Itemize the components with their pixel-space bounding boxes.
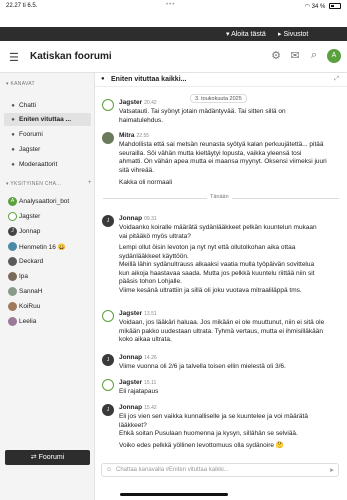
sites-link[interactable]: ▸ Sivustot <box>278 30 308 38</box>
avatar <box>8 212 17 221</box>
message-author[interactable]: Jonnap 14.26 <box>119 354 157 361</box>
avatar: J <box>8 227 17 236</box>
message-author[interactable]: Jonnap 09.31 <box>119 215 157 222</box>
chevron-right-icon: ▸ <box>278 31 282 38</box>
avatar <box>8 287 17 296</box>
avatar: A <box>8 197 17 206</box>
emoji-icon[interactable]: ☺ <box>106 467 112 473</box>
message-author[interactable]: Jagster 15.11 <box>119 379 156 386</box>
avatar[interactable]: ⚲ <box>102 379 114 391</box>
wifi-icon: ◠ <box>304 4 310 10</box>
multitask-dots[interactable]: ••• <box>166 2 175 8</box>
message-author[interactable]: Mitra 22.55 <box>119 132 149 139</box>
message-text: Vatsatauti. Tai syönyt jotain mädäntyvää… <box>119 108 286 124</box>
message-author[interactable]: Jagster 13.51 <box>119 310 157 317</box>
dm-item-deckard[interactable]: Deckard <box>4 255 91 268</box>
send-icon[interactable]: ➤ <box>329 467 334 474</box>
dm-item-leelia[interactable]: Leelia <box>4 315 91 328</box>
forum-button[interactable]: ⇄ Foorumi <box>5 450 90 465</box>
chat-bubble-icon: ● <box>11 132 15 138</box>
chat-bubble-icon: ● <box>11 147 15 153</box>
avatar <box>8 272 17 281</box>
chat-bubble-icon: ● <box>11 117 15 123</box>
chat-bubble-icon: ● <box>11 162 15 168</box>
battery-percent: 34 % <box>311 4 326 10</box>
chat-bubble-icon: ● <box>11 103 15 109</box>
hamburger-menu-icon[interactable]: ☰ <box>9 51 19 64</box>
avatar[interactable]: J <box>102 215 114 227</box>
sidebar-item-foorumi[interactable]: ● Foorumi <box>4 128 91 141</box>
home-indicator <box>120 493 228 496</box>
chat-bubble-icon: ● <box>101 76 105 82</box>
top-banner: ▾ Aloita tästä ▸ Sivustot <box>0 27 347 41</box>
channel-header: ● Eniten vituttaa kaikki... ⤢ <box>95 73 347 87</box>
avatar[interactable]: ⚲ <box>102 310 114 322</box>
robot-icon[interactable]: ⚙ <box>269 49 283 63</box>
message-text: Eli jos vien sen vaikka kunnalliselle ja… <box>119 413 308 449</box>
composer-placeholder[interactable]: Chattaa kanavalla #Eniten vituttaa kaikk… <box>116 467 229 473</box>
dm-item-jagster[interactable]: Jagster <box>4 210 91 223</box>
dm-item-sannah[interactable]: SannaH <box>4 285 91 298</box>
add-dm-icon[interactable]: + <box>88 180 92 186</box>
dm-item-jonnap[interactable]: J Jonnap <box>4 225 91 238</box>
message-author[interactable]: Jonnap 15.42 <box>119 404 157 411</box>
sidebar-item-jagster[interactable]: ● Jagster <box>4 143 91 156</box>
sidebar-item-chatti[interactable]: ● Chatti <box>4 99 91 112</box>
expand-icon[interactable]: ⤢ <box>334 76 339 83</box>
status-bar: 22.27 ti 6.5. ••• ◠ 34 % <box>0 0 347 13</box>
status-time: 22.27 ti 6.5. <box>6 3 38 9</box>
dm-item-ipa[interactable]: Ipa <box>4 270 91 283</box>
dm-item-analysaattori-bot[interactable]: A Analysaattori_bot <box>4 195 91 208</box>
direct-messages-heading: ▾ YKSITYINEN CHA... + <box>6 180 92 187</box>
avatar <box>8 302 17 311</box>
chevron-down-icon: ▾ <box>6 81 9 87</box>
message-author[interactable]: Jagster 20.42 <box>119 99 157 106</box>
chat-composer[interactable]: ☺ Chattaa kanavalla #Eniten vituttaa kai… <box>101 463 339 477</box>
dm-item-koiruu[interactable]: KoiRuu <box>4 300 91 313</box>
search-icon[interactable]: ⌕ <box>307 49 321 63</box>
message-text: Voidaanko koiralle määrätä sydänlääkkeet… <box>119 224 317 294</box>
sidebar-item-eniten-vituttaa[interactable]: ● Eniten vituttaa ... <box>4 113 91 126</box>
start-here-link[interactable]: ▾ Aloita tästä <box>226 30 266 38</box>
avatar[interactable]: ⚲ <box>102 99 114 111</box>
avatar <box>8 317 17 326</box>
battery-icon <box>329 3 341 9</box>
chat-icon[interactable]: ✉ <box>288 49 302 63</box>
user-avatar[interactable]: A <box>327 49 341 63</box>
site-title[interactable]: Katiskan foorumi <box>30 51 112 62</box>
avatar <box>8 242 17 251</box>
site-header: ☰ Katiskan foorumi ⚙ ✉ ⌕ A <box>0 41 347 73</box>
dm-item-henmetin[interactable]: Henmetin 16 😀 <box>4 240 91 253</box>
avatar[interactable]: J <box>102 354 114 366</box>
channels-heading: ▾ KANAVAT <box>6 81 35 87</box>
avatar <box>8 257 17 266</box>
message-text: Mahdollista että sai metsän reunasta syö… <box>119 141 327 186</box>
channel-title[interactable]: Eniten vituttaa kaikki... <box>111 76 186 83</box>
status-right: ◠ 34 % <box>305 3 341 10</box>
new-messages-separator: Tänään <box>103 194 339 200</box>
avatar[interactable] <box>102 132 114 144</box>
sidebar-item-moderaattorit[interactable]: ● Moderaattorit <box>4 158 91 171</box>
date-separator: 3. toukokuuta 2025 <box>190 94 247 103</box>
message-text: Viime vuonna oli 2/6 ja talvella toisen … <box>119 363 286 370</box>
chevron-down-icon: ▾ <box>6 181 9 187</box>
chevron-down-icon: ▾ <box>226 31 230 38</box>
shuffle-icon: ⇄ <box>30 454 37 461</box>
avatar[interactable]: J <box>102 404 114 416</box>
chat-sidebar: ▾ KANAVAT ● Chatti ● Eniten vituttaa ...… <box>0 73 95 500</box>
message-text: Eli rajatapaus <box>119 388 159 395</box>
message-text: Voidaan, jos lääkäri haluaa. Jos mikään … <box>119 319 325 343</box>
